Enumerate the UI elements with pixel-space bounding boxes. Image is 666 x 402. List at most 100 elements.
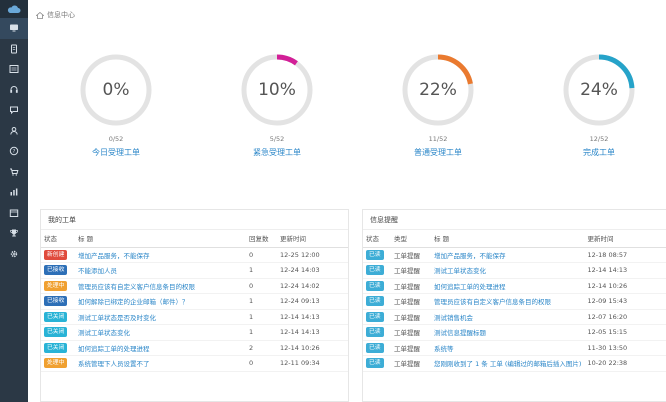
title-cell[interactable]: 测试工单状态是否及时变化 — [75, 309, 246, 325]
my-tickets-table: 状态 标 题 回复数 更新时间 新创建 增加产品服务，不能保存 0 12-25 12:… — [41, 230, 348, 372]
main-content: 信息中心 0% 0/52 今日受理工单 10% 5/52 紧急受理工单 22% … — [28, 0, 666, 402]
status-cell: 已读 — [363, 355, 391, 372]
sidebar-item-monitor[interactable] — [0, 18, 28, 39]
table-row[interactable]: 处理中 系统管理下人员设置不了 0 12-11 09:34 — [41, 355, 348, 372]
status-badge: 已读 — [366, 265, 384, 276]
stat-name[interactable]: 普通受理工单 — [398, 147, 478, 158]
home-icon[interactable] — [36, 11, 44, 19]
table-row[interactable]: 已读 工单提醒 您刚刚收到了 1 条 工单 (编辑过的邮箱后插入图片) 10-20 2… — [363, 355, 666, 372]
table-row[interactable]: 已读 工单提醒 测试销售机会 12-07 16:20 — [363, 309, 666, 325]
sidebar-item-cart[interactable] — [0, 162, 28, 183]
title-cell[interactable]: 测试工单状态变化 — [431, 262, 585, 279]
title-cell[interactable]: 测试工单状态变化 — [75, 324, 246, 341]
time-cell: 12-14 10:26 — [584, 278, 666, 294]
replies-cell: 0 — [246, 355, 277, 372]
status-cell: 已读 — [363, 293, 391, 310]
sidebar-item-gear[interactable] — [0, 244, 28, 265]
table-row[interactable]: 已接收 不能添加人员 1 12-24 14:03 — [41, 262, 348, 279]
stat-name[interactable]: 完成工单 — [559, 147, 639, 158]
title-cell[interactable]: 管理员应该有自定义客户信息条目的权限 — [431, 293, 585, 310]
sidebar-item-headset[interactable] — [0, 80, 28, 101]
time-cell: 12-25 12:00 — [277, 247, 348, 263]
title-cell[interactable]: 增加产品服务，不能保存 — [75, 247, 246, 263]
title-cell[interactable]: 系统等 — [431, 340, 585, 356]
time-cell: 12-24 09:13 — [277, 293, 348, 310]
sidebar-item-calendar[interactable] — [0, 203, 28, 224]
table-row[interactable]: 已接收 如何解除已绑定的企业邮箱（邮件）？ 1 12-24 09:13 — [41, 293, 348, 310]
stat-name[interactable]: 紧急受理工单 — [237, 147, 317, 158]
progress-ring: 0% — [78, 52, 154, 128]
status-badge: 已读 — [366, 311, 384, 322]
table-row[interactable]: 处理中 管理员应该有自定义客户信息条目的权限 0 12-24 14:02 — [41, 278, 348, 294]
status-badge: 已读 — [366, 296, 384, 307]
time-cell: 12-24 14:02 — [277, 278, 348, 294]
type-cell: 工单提醒 — [391, 355, 431, 372]
status-badge: 已关闭 — [44, 327, 68, 338]
type-cell: 工单提醒 — [391, 247, 431, 263]
status-badge: 已接收 — [44, 296, 68, 307]
table-row[interactable]: 已读 工单提醒 增加产品服务，不能保存 12-18 08:57 — [363, 247, 666, 263]
bar-chart-icon — [10, 188, 18, 196]
title-cell[interactable]: 管理员应该有自定义客户信息条目的权限 — [75, 278, 246, 294]
headset-icon — [10, 85, 18, 93]
table-row[interactable]: 已关闭 测试工单状态变化 1 12-14 14:13 — [41, 324, 348, 341]
title-cell[interactable]: 测试销售机会 — [431, 309, 585, 325]
status-cell: 已关闭 — [41, 309, 75, 325]
status-cell: 处理中 — [41, 355, 75, 372]
table-row[interactable]: 已读 工单提醒 如何追踪工单的处理进程 12-14 10:26 — [363, 278, 666, 294]
title-cell[interactable]: 如何追踪工单的处理进程 — [75, 340, 246, 356]
sidebar-item-list[interactable] — [0, 59, 28, 80]
type-cell: 工单提醒 — [391, 262, 431, 279]
col-title: 标 题 — [431, 230, 585, 248]
replies-cell: 0 — [246, 278, 277, 294]
document-icon — [11, 44, 17, 54]
title-cell[interactable]: 如何追踪工单的处理进程 — [431, 278, 585, 294]
status-badge: 已接收 — [44, 265, 68, 276]
sidebar-item-trophy[interactable] — [0, 223, 28, 244]
list-icon — [9, 65, 19, 74]
title-cell[interactable]: 系统管理下人员设置不了 — [75, 355, 246, 372]
status-badge: 已关闭 — [44, 311, 68, 322]
sidebar-item-document[interactable] — [0, 39, 28, 60]
col-time: 更新时间 — [584, 230, 666, 248]
table-row[interactable]: 新创建 增加产品服务，不能保存 0 12-25 12:00 — [41, 247, 348, 263]
user-icon — [10, 126, 18, 135]
title-cell[interactable]: 不能添加人员 — [75, 262, 246, 279]
sidebar-item-help[interactable]: ? — [0, 141, 28, 162]
time-cell: 12-14 14:13 — [277, 309, 348, 325]
status-badge: 已关闭 — [44, 342, 68, 353]
table-row[interactable]: 已读 工单提醒 管理员应该有自定义客户信息条目的权限 12-09 15:43 — [363, 293, 666, 310]
title-cell[interactable]: 如何解除已绑定的企业邮箱（邮件）？ — [75, 293, 246, 310]
title-cell[interactable]: 测试信息提醒标题 — [431, 324, 585, 341]
cloud-icon[interactable] — [0, 0, 28, 18]
col-title: 标 题 — [75, 230, 246, 248]
stat-name[interactable]: 今日受理工单 — [76, 147, 156, 158]
trophy-icon — [10, 229, 18, 237]
title-cell[interactable]: 增加产品服务，不能保存 — [431, 247, 585, 263]
sidebar-item-bar-chart[interactable] — [0, 182, 28, 203]
stat-fraction: 0/52 — [108, 135, 124, 143]
table-row[interactable]: 已读 工单提醒 测试信息提醒标题 12-05 15:15 — [363, 324, 666, 341]
svg-text:?: ? — [13, 149, 16, 155]
title-cell[interactable]: 您刚刚收到了 1 条 工单 (编辑过的邮箱后插入图片) — [431, 355, 585, 372]
type-cell: 工单提醒 — [391, 293, 431, 310]
time-cell: 12-07 16:20 — [584, 309, 666, 325]
table-row[interactable]: 已读 工单提醒 系统等 11-30 13:50 — [363, 340, 666, 356]
table-row[interactable]: 已关闭 如何追踪工单的处理进程 2 12-14 10:26 — [41, 340, 348, 356]
status-cell: 处理中 — [41, 278, 75, 294]
progress-ring: 24% — [561, 52, 637, 128]
status-cell: 已读 — [363, 278, 391, 294]
table-row[interactable]: 已关闭 测试工单状态是否及时变化 1 12-14 14:13 — [41, 309, 348, 325]
breadcrumb: 信息中心 — [36, 10, 75, 20]
stat-fraction: 11/52 — [428, 135, 448, 143]
type-cell: 工单提醒 — [391, 278, 431, 294]
table-row[interactable]: 已读 工单提醒 测试工单状态变化 12-14 14:13 — [363, 262, 666, 279]
sidebar-item-user[interactable] — [0, 121, 28, 142]
sidebar-item-chat[interactable] — [0, 100, 28, 121]
time-cell: 12-11 09:34 — [277, 355, 348, 372]
progress-ring: 10% — [239, 52, 315, 128]
notices-table: 状态 类型 标 题 更新时间 已读 工单提醒 增加产品服务，不能保存 12-18 08… — [363, 230, 666, 372]
time-cell: 11-30 13:50 — [584, 340, 666, 356]
stat-fraction: 12/52 — [589, 135, 609, 143]
breadcrumb-label[interactable]: 信息中心 — [47, 10, 75, 20]
